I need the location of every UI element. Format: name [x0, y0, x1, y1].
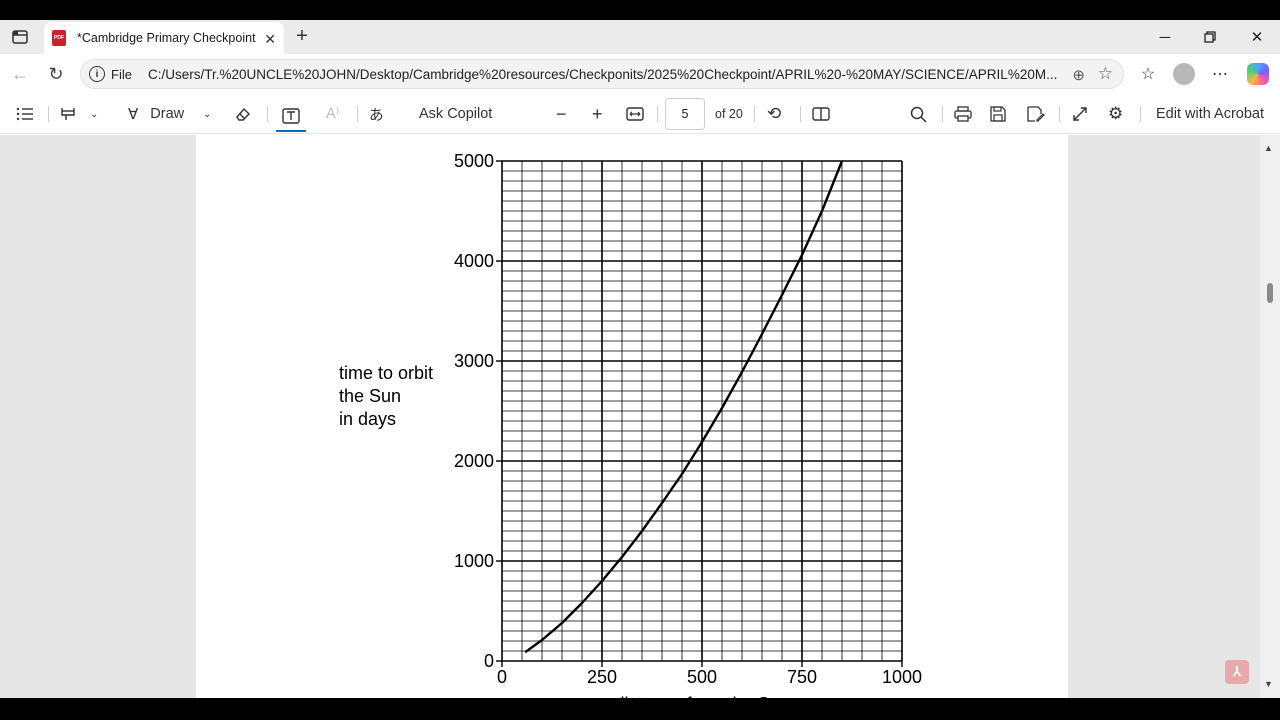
acrobat-icon[interactable]: ⅄	[1225, 660, 1249, 684]
toolbar-divider	[754, 106, 755, 122]
pdf-file-icon: PDF	[52, 30, 66, 46]
highlight-icon[interactable]	[60, 102, 78, 126]
toolbar-divider	[48, 106, 49, 122]
info-icon[interactable]: i	[89, 66, 105, 82]
search-icon[interactable]	[910, 102, 927, 126]
y-tick-label: 4000	[454, 251, 494, 271]
refresh-icon[interactable]: ↻	[44, 62, 68, 86]
browser-window: PDF *Cambridge Primary Checkpoint A ✕ + …	[0, 20, 1280, 698]
contents-icon[interactable]	[16, 102, 34, 126]
x-axis-label: distance from the Sun	[614, 694, 789, 698]
new-tab-icon[interactable]: +	[291, 25, 313, 47]
orbit-curve-line	[524, 160, 844, 654]
draw-icon: ∀	[128, 106, 139, 123]
toolbar-divider	[267, 106, 268, 122]
orbit-time-chart: 0 250 500 750 1000 0 1000 2000 3000 4000 5000 dista…	[454, 151, 922, 698]
scroll-up-icon[interactable]: ▲	[1264, 143, 1273, 153]
highlight-chevron-down-icon[interactable]: ⌄	[90, 102, 98, 126]
toolbar-divider	[1059, 106, 1060, 122]
rotate-icon[interactable]: ⟲	[767, 102, 781, 126]
tab-bar: PDF *Cambridge Primary Checkpoint A ✕ + …	[0, 20, 1280, 54]
zoom-out-icon[interactable]: −	[556, 102, 567, 126]
x-tick-label: 750	[787, 667, 817, 687]
toolbar-divider	[800, 106, 801, 122]
draw-tool[interactable]: ∀ Draw	[128, 102, 184, 126]
url-text[interactable]: C:/Users/Tr.%20UNCLE%20JOHN/Desktop/Camb…	[148, 67, 1058, 82]
add-text-icon[interactable]	[276, 102, 306, 132]
y-tick-label: 3000	[454, 351, 494, 371]
restore-icon[interactable]	[1200, 28, 1220, 46]
settings-gear-icon[interactable]: ⚙	[1108, 102, 1123, 126]
x-tick-label: 250	[587, 667, 617, 687]
translate-icon[interactable]: あ	[369, 102, 384, 126]
active-tab[interactable]: PDF *Cambridge Primary Checkpoint A ✕	[44, 22, 284, 54]
draw-label: Draw	[150, 106, 185, 122]
x-tick-label: 500	[687, 667, 717, 687]
edit-with-acrobat-label: Edit with Acrobat	[1156, 106, 1264, 122]
pdf-toolbar: ⌄ ∀ Draw ⌄ A⁾ あ Ask Copilot − + 5 of 20 …	[0, 94, 1280, 134]
y-tick-label: 0	[484, 651, 494, 671]
page-view-icon[interactable]	[812, 102, 830, 126]
ask-copilot-button[interactable]: Ask Copilot	[419, 102, 492, 126]
pdf-viewer-area[interactable]: time to orbit the Sun in days 0 250 500 750…	[0, 135, 1280, 698]
y-tick-label: 2000	[454, 451, 494, 471]
zoom-icon[interactable]: ⊕	[1072, 66, 1085, 84]
edit-with-acrobat-button[interactable]: Edit with Acrobat	[1156, 102, 1264, 126]
back-icon[interactable]: ←	[8, 62, 32, 86]
toolbar-divider	[942, 106, 943, 122]
copilot-icon[interactable]	[1246, 62, 1270, 86]
tab-actions-icon[interactable]	[8, 26, 32, 48]
toolbar-divider	[1140, 106, 1141, 122]
pdf-page: time to orbit the Sun in days 0 250 500 750…	[196, 135, 1068, 698]
address-bar[interactable]: i File C:/Users/Tr.%20UNCLE%20JOHN/Deskt…	[80, 59, 1124, 89]
print-icon[interactable]	[954, 102, 972, 126]
profile-avatar[interactable]	[1172, 62, 1196, 86]
y-tick-label: 5000	[454, 151, 494, 171]
toolbar-divider	[657, 106, 658, 122]
scroll-down-icon[interactable]: ▼	[1264, 679, 1273, 689]
ask-copilot-label: Ask Copilot	[419, 106, 493, 122]
save-as-icon[interactable]	[1027, 102, 1045, 126]
read-aloud-icon[interactable]: A⁾	[326, 102, 339, 126]
x-tick-label: 1000	[882, 667, 922, 687]
close-tab-icon[interactable]: ✕	[264, 31, 276, 48]
fullscreen-icon[interactable]	[1072, 102, 1088, 126]
y-tick-label: 1000	[454, 551, 494, 571]
more-menu-icon[interactable]: ⋯	[1208, 62, 1232, 86]
address-bar-row: ← ↻ i File C:/Users/Tr.%20UNCLE%20JOHN/D…	[0, 54, 1280, 94]
toolbar-divider	[357, 106, 358, 122]
close-window-icon[interactable]: ✕	[1247, 28, 1267, 46]
zoom-in-icon[interactable]: +	[592, 102, 603, 126]
x-tick-label: 0	[497, 667, 507, 687]
scrollbar-thumb[interactable]	[1267, 283, 1273, 303]
tab-title: *Cambridge Primary Checkpoint A	[77, 31, 257, 45]
save-icon[interactable]	[990, 102, 1006, 126]
favorites-icon[interactable]: ☆	[1136, 62, 1160, 86]
favorite-star-icon[interactable]: ☆	[1098, 64, 1113, 84]
page-number-input[interactable]: 5	[665, 98, 705, 130]
fit-to-width-icon[interactable]	[626, 102, 644, 126]
vertical-scrollbar[interactable]: ▲ ▼	[1260, 135, 1280, 698]
draw-chevron-down-icon[interactable]: ⌄	[203, 102, 211, 126]
url-scheme: File	[111, 66, 132, 82]
eraser-icon[interactable]	[234, 102, 252, 126]
minimize-icon[interactable]: ─	[1155, 28, 1175, 46]
page-total: of 20	[715, 107, 743, 121]
